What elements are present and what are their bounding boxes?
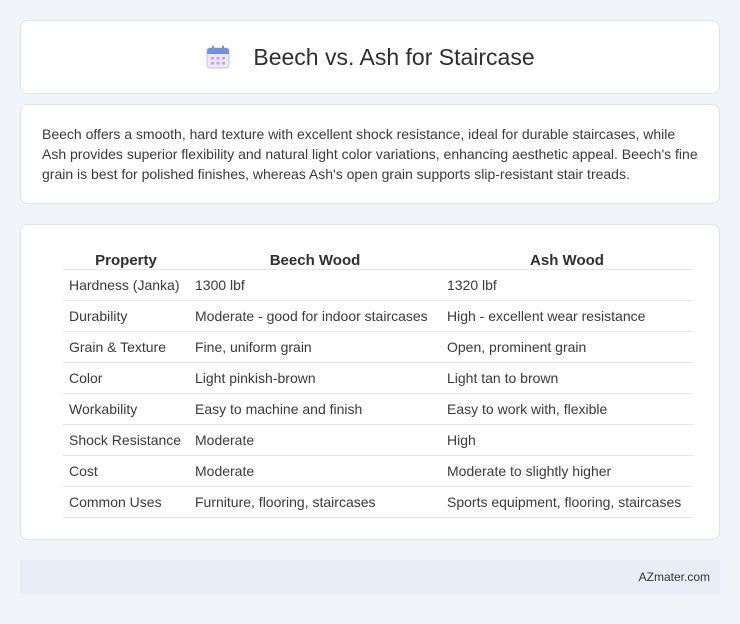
- cell-property: Common Uses: [63, 486, 189, 518]
- cell-beech: Moderate - good for indoor staircases: [189, 300, 441, 332]
- footer-bar: AZmater.com: [20, 560, 720, 594]
- table-row: Durability Moderate - good for indoor st…: [63, 300, 693, 332]
- table-row: Shock Resistance Moderate High: [63, 424, 693, 456]
- cell-ash: Moderate to slightly higher: [441, 455, 693, 487]
- table-row: Grain & Texture Fine, uniform grain Open…: [63, 331, 693, 363]
- summary-text: Beech offers a smooth, hard texture with…: [42, 126, 698, 182]
- cell-ash: 1320 lbf: [441, 269, 693, 301]
- cell-ash: Sports equipment, flooring, staircases: [441, 486, 693, 518]
- cell-beech: Moderate: [189, 455, 441, 487]
- table-row: Hardness (Janka) 1300 lbf 1320 lbf: [63, 269, 693, 301]
- cell-property: Workability: [63, 393, 189, 425]
- cell-property: Cost: [63, 455, 189, 487]
- table-row: Workability Easy to machine and finish E…: [63, 393, 693, 425]
- cell-beech: 1300 lbf: [189, 269, 441, 301]
- cell-ash: High - excellent wear resistance: [441, 300, 693, 332]
- cell-beech: Easy to machine and finish: [189, 393, 441, 425]
- header-property: Property: [63, 247, 189, 270]
- title-wrap: Beech vs. Ash for Staircase: [205, 43, 535, 71]
- table-row: Common Uses Furniture, flooring, stairca…: [63, 486, 693, 518]
- cell-beech: Furniture, flooring, staircases: [189, 486, 441, 518]
- table-card: Property Beech Wood Ash Wood Hardness (J…: [20, 224, 720, 540]
- calendar-icon: [206, 45, 230, 69]
- page-title: Beech vs. Ash for Staircase: [253, 43, 535, 70]
- table-row: Color Light pinkish-brown Light tan to b…: [63, 362, 693, 394]
- table-header-row: Property Beech Wood Ash Wood: [63, 247, 693, 270]
- header-ash: Ash Wood: [441, 247, 693, 270]
- cell-ash: Open, prominent grain: [441, 331, 693, 363]
- cell-property: Grain & Texture: [63, 331, 189, 363]
- cell-beech: Moderate: [189, 424, 441, 456]
- cell-ash: High: [441, 424, 693, 456]
- cell-ash: Easy to work with, flexible: [441, 393, 693, 425]
- cell-beech: Fine, uniform grain: [189, 331, 441, 363]
- cell-property: Color: [63, 362, 189, 394]
- header-beech: Beech Wood: [189, 247, 441, 270]
- comparison-table: Property Beech Wood Ash Wood Hardness (J…: [63, 247, 693, 518]
- cell-property: Hardness (Janka): [63, 269, 189, 301]
- cell-property: Shock Resistance: [63, 424, 189, 456]
- cell-ash: Light tan to brown: [441, 362, 693, 394]
- footer-credit[interactable]: AZmater.com: [639, 570, 710, 584]
- cell-property: Durability: [63, 300, 189, 332]
- table-row: Cost Moderate Moderate to slightly highe…: [63, 455, 693, 487]
- header-card: Beech vs. Ash for Staircase: [20, 20, 720, 94]
- cell-beech: Light pinkish-brown: [189, 362, 441, 394]
- summary-card: Beech offers a smooth, hard texture with…: [20, 104, 720, 204]
